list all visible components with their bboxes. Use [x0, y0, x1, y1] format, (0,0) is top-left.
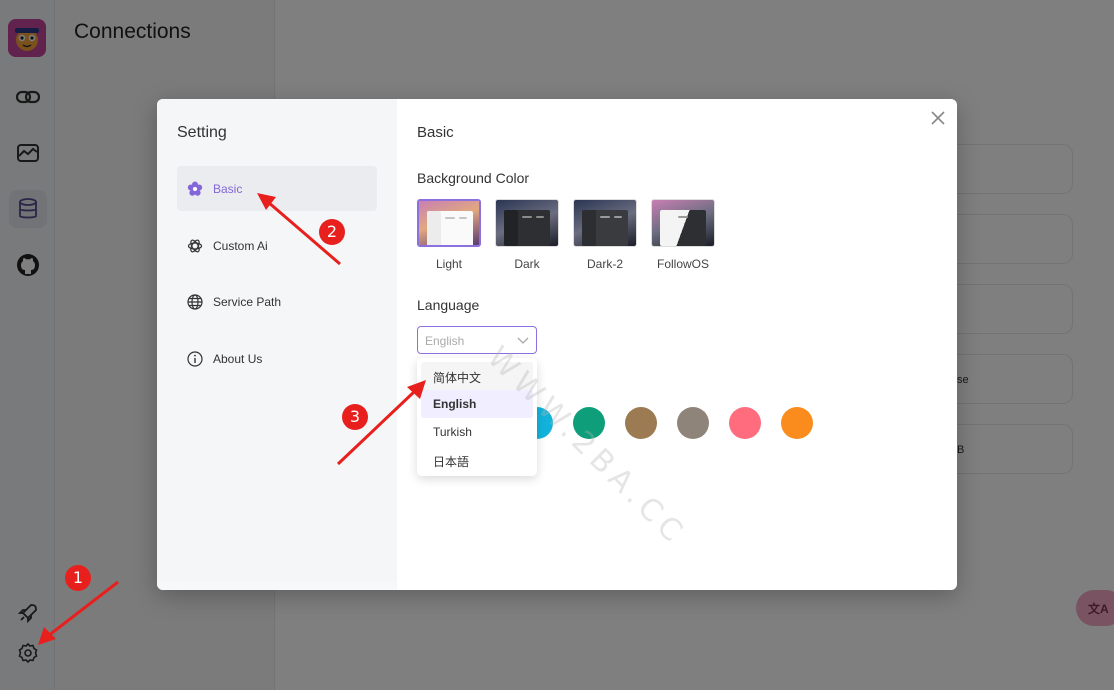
background-color-label: Background Color	[417, 170, 530, 186]
settings-dialog: Setting Basic Custom Ai Service Path Abo…	[157, 99, 957, 590]
language-option[interactable]: English	[421, 390, 533, 418]
theme-thumbnail	[651, 199, 715, 247]
language-option[interactable]: Turkish	[421, 418, 533, 446]
nav-item-custom-ai[interactable]: Custom Ai	[177, 223, 377, 268]
language-select-value: English	[425, 334, 465, 348]
theme-option-followos[interactable]: FollowOS	[651, 199, 715, 271]
basic-settings-content: Basic Background Color Light Dark Dark-2…	[417, 99, 937, 590]
language-label: Language	[417, 297, 480, 313]
nav-item-service-path[interactable]: Service Path	[177, 279, 377, 324]
nav-item-label: Custom Ai	[213, 238, 268, 253]
theme-thumbnail	[417, 199, 481, 247]
info-icon	[187, 350, 203, 367]
chevron-down-icon	[517, 337, 529, 344]
nav-item-basic[interactable]: Basic	[177, 166, 377, 211]
language-dropdown: 简体中文 English Turkish 日本語	[417, 358, 537, 476]
theme-label: FollowOS	[656, 257, 709, 271]
globe-icon	[187, 293, 203, 310]
accent-swatch[interactable]	[677, 407, 709, 439]
annotation-badge: 3	[342, 404, 368, 430]
theme-thumbnail	[573, 199, 637, 247]
content-heading: Basic	[417, 124, 454, 141]
nav-item-label: Service Path	[213, 294, 282, 309]
accent-swatch[interactable]	[573, 407, 605, 439]
language-option[interactable]: 简体中文	[421, 362, 533, 390]
nav-item-label: About Us	[213, 351, 263, 366]
flower-icon	[187, 181, 203, 196]
language-select[interactable]: English	[417, 326, 537, 354]
annotation-badge: 1	[65, 565, 91, 591]
theme-label: Dark	[514, 257, 540, 271]
theme-thumbnail	[495, 199, 559, 247]
annotation-badge: 2	[319, 219, 345, 245]
nav-item-about-us[interactable]: About Us	[177, 336, 377, 381]
language-option[interactable]: 日本語	[421, 446, 533, 474]
theme-label: Light	[435, 257, 463, 271]
settings-sidebar: Setting Basic Custom Ai Service Path Abo…	[157, 99, 397, 590]
nav-item-label: Basic	[213, 181, 243, 196]
accent-swatch[interactable]	[781, 407, 813, 439]
dialog-title: Setting	[177, 124, 227, 141]
accent-swatch[interactable]	[729, 407, 761, 439]
accent-swatch[interactable]	[625, 407, 657, 439]
theme-label: Dark-2	[586, 257, 623, 271]
openai-icon	[187, 239, 203, 252]
theme-option-dark[interactable]: Dark	[495, 199, 559, 271]
theme-option-dark-2[interactable]: Dark-2	[573, 199, 637, 271]
theme-option-light[interactable]: Light	[417, 199, 481, 271]
